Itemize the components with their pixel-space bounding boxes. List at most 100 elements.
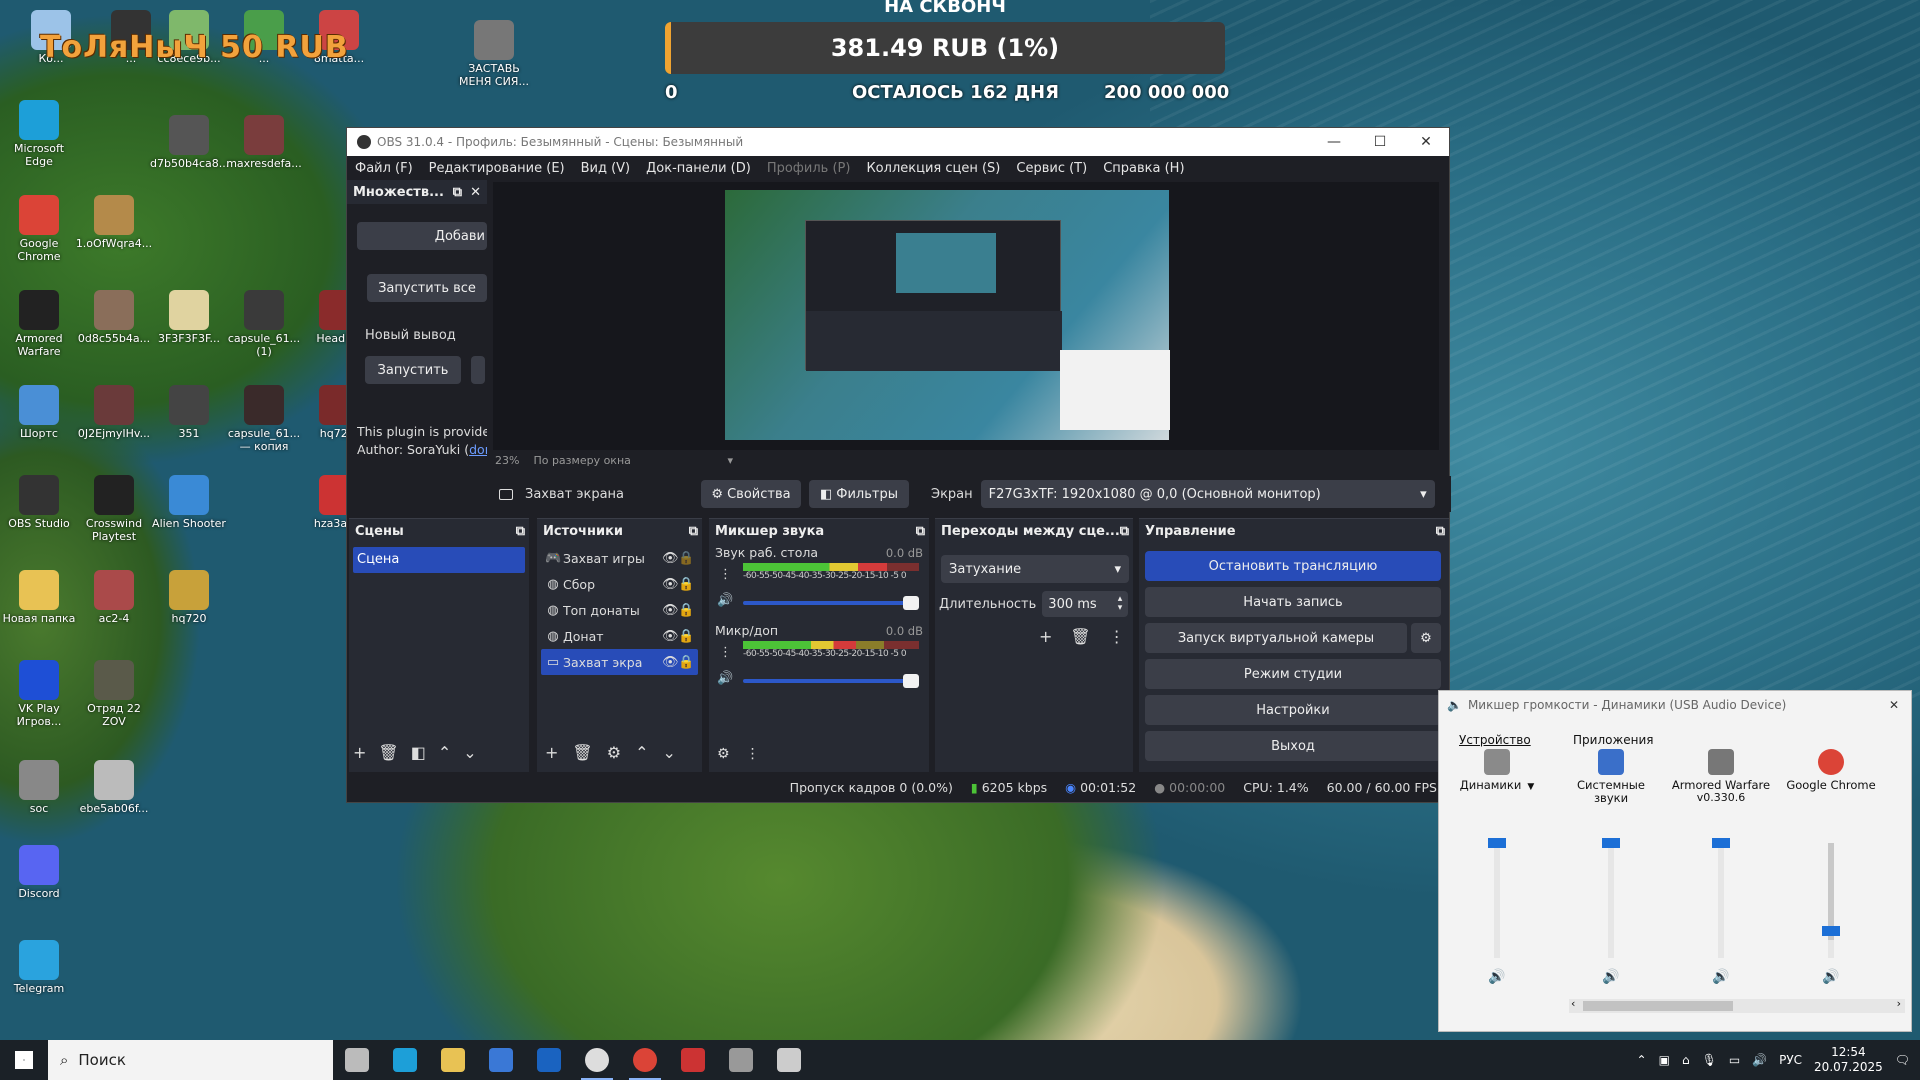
menu-item[interactable]: Сервис (T)	[1016, 161, 1087, 176]
microphone-icon[interactable]: 🎙	[1702, 1053, 1717, 1067]
fit-mode-select[interactable]: По размеру окна	[533, 454, 713, 470]
close-icon[interactable]: ✕	[1889, 698, 1899, 712]
volume-slider-knob[interactable]	[1822, 926, 1840, 937]
chevron-down-icon[interactable]: ▼	[1527, 782, 1534, 792]
chevron-down-icon[interactable]: ⌄	[463, 743, 476, 762]
taskbar-app-button[interactable]	[333, 1040, 381, 1080]
advanced-audio-icon[interactable]: ⚙	[717, 746, 730, 762]
notifications-icon[interactable]: 🗨	[1895, 1053, 1910, 1067]
speaker-icon[interactable]: 🔊	[717, 593, 733, 608]
start-output-button[interactable]: Запустить	[365, 356, 461, 384]
stop-output-button[interactable]	[471, 356, 485, 384]
spin-icon[interactable]: ▴ ▾	[1118, 595, 1123, 613]
lock-icon[interactable]: 🔒	[678, 603, 694, 618]
volume-slider-knob[interactable]	[903, 596, 919, 610]
studio-mode-button[interactable]: Режим студии	[1145, 659, 1441, 689]
desktop-icon[interactable]: capsule_61... — копия	[225, 385, 303, 453]
desktop-icon[interactable]: ac2-4	[75, 570, 153, 625]
desktop-icon[interactable]: Alien Shooter	[150, 475, 228, 530]
eye-icon[interactable]: 👁	[662, 629, 679, 644]
volume-slider-track[interactable]	[1608, 843, 1614, 958]
filters-button[interactable]: ◧ Фильтры	[809, 480, 909, 508]
start-button[interactable]	[0, 1040, 48, 1080]
display-icon[interactable]: ▭	[1729, 1053, 1740, 1067]
desktop-icon[interactable]: 351	[150, 385, 228, 440]
trash-icon[interactable]: 🗑	[1070, 627, 1090, 646]
add-icon[interactable]: +	[545, 743, 558, 762]
source-item[interactable]: ◍ Сбор 👁 🔒	[541, 571, 698, 597]
lock-icon[interactable]: 🔒	[678, 577, 694, 592]
menu-dots-icon[interactable]: ⋮	[719, 567, 732, 582]
exit-button[interactable]: Выход	[1145, 731, 1441, 761]
scene-item[interactable]: Сцена	[353, 547, 525, 573]
clock[interactable]: 12:54 20.07.2025	[1814, 1045, 1883, 1075]
taskbar-app-button[interactable]	[525, 1040, 573, 1080]
volume-slider-knob[interactable]	[1712, 838, 1730, 848]
desktop-icon[interactable]: Crosswind Playtest	[75, 475, 153, 543]
add-icon[interactable]: +	[1039, 627, 1052, 646]
trash-icon[interactable]: 🗑	[378, 743, 398, 762]
menu-dots-icon[interactable]: ⋮	[1109, 627, 1125, 646]
taskbar-app-button[interactable]	[765, 1040, 813, 1080]
volume-slider[interactable]	[743, 674, 919, 688]
float-icon[interactable]: ⧉	[689, 524, 698, 539]
language-indicator[interactable]: РУС	[1779, 1053, 1802, 1067]
eye-icon[interactable]: 👁	[662, 603, 679, 618]
mixer-scroll-thumb[interactable]	[1583, 1001, 1733, 1011]
start-record-button[interactable]: Начать запись	[1145, 587, 1441, 617]
volume-slider-track[interactable]	[1718, 843, 1724, 958]
taskbar-app-button[interactable]	[429, 1040, 477, 1080]
chevron-down-icon[interactable]: ⌄	[662, 743, 675, 762]
volume-slider-track[interactable]	[1494, 843, 1500, 958]
taskbar-app-button[interactable]	[669, 1040, 717, 1080]
desktop-icon[interactable]: Google Chrome	[0, 195, 78, 263]
source-item[interactable]: ◍ Донат 👁 🔒	[541, 623, 698, 649]
tray-app-icon[interactable]: ▣	[1659, 1053, 1670, 1067]
menu-item[interactable]: Док-панели (D)	[646, 161, 751, 176]
chevron-up-icon[interactable]: ⌃	[438, 743, 451, 762]
taskbar-app-button[interactable]	[621, 1040, 669, 1080]
desktop-icon[interactable]: 3F3F3F3F...	[150, 290, 228, 345]
volume-icon[interactable]: 🔊	[1752, 1053, 1767, 1067]
eye-icon[interactable]: 👁	[662, 655, 679, 670]
author-link[interactable]: don	[469, 442, 487, 457]
virtual-camera-settings-button[interactable]: ⚙	[1411, 623, 1441, 653]
virtual-camera-button[interactable]: Запуск виртуальной камеры	[1145, 623, 1407, 653]
volume-mixer-titlebar[interactable]: 🔈 Микшер громкости - Динамики (USB Audio…	[1439, 691, 1911, 719]
chevron-up-icon[interactable]: ⌃	[635, 743, 648, 762]
volume-slider-track[interactable]	[1828, 843, 1834, 958]
menu-dots-icon[interactable]: ⋮	[719, 645, 732, 660]
unlock-icon[interactable]: 🔒	[678, 551, 694, 566]
float-icon[interactable]: ⧉	[453, 185, 462, 200]
preview-canvas[interactable]	[725, 190, 1170, 440]
desktop-icon[interactable]: OBS Studio	[0, 475, 78, 530]
speaker-icon[interactable]: 🔊	[1781, 969, 1881, 985]
eye-icon[interactable]: 👁	[662, 577, 679, 592]
duration-spinbox[interactable]: 300 ms ▴ ▾	[1042, 591, 1129, 617]
transition-select[interactable]: Затухание ▾	[941, 555, 1129, 583]
desktop-icon[interactable]: Новая папка	[0, 570, 78, 625]
desktop-icon[interactable]: Armored Warfare	[0, 290, 78, 358]
start-all-button[interactable]: Запустить все	[367, 274, 487, 302]
chevron-down-icon[interactable]: ▾	[727, 454, 733, 470]
stop-stream-button[interactable]: Остановить трансляцию	[1145, 551, 1441, 581]
desktop-icon[interactable]: ebe5ab06f...	[75, 760, 153, 815]
lock-icon[interactable]: 🔒	[678, 655, 694, 670]
desktop-icon[interactable]: Шортс	[0, 385, 78, 440]
desktop-icon[interactable]: Discord	[0, 845, 78, 900]
eye-icon[interactable]: 👁	[662, 551, 679, 566]
menu-item[interactable]: Редактирование (E)	[429, 161, 565, 176]
speaker-icon[interactable]: 🔊	[1447, 969, 1547, 985]
desktop-icon[interactable]: VK Play Игров...	[0, 660, 78, 728]
desktop-icon[interactable]: ЗАСТАВЬ МЕНЯ СИЯ...	[455, 20, 533, 88]
desktop-icon[interactable]: Microsoft Edge	[0, 100, 78, 168]
properties-button[interactable]: ⚙ Свойства	[701, 480, 801, 508]
taskbar-app-button[interactable]	[717, 1040, 765, 1080]
source-item[interactable]: ◍ Топ донаты 👁 🔒	[541, 597, 698, 623]
float-icon[interactable]: ⧉	[916, 524, 925, 539]
desktop-icon[interactable]: soc	[0, 760, 78, 815]
close-icon[interactable]: ✕	[470, 185, 481, 200]
taskbar-app-button[interactable]	[477, 1040, 525, 1080]
volume-slider[interactable]	[743, 596, 919, 610]
desktop-icon[interactable]: maxresdefa...	[225, 115, 303, 170]
